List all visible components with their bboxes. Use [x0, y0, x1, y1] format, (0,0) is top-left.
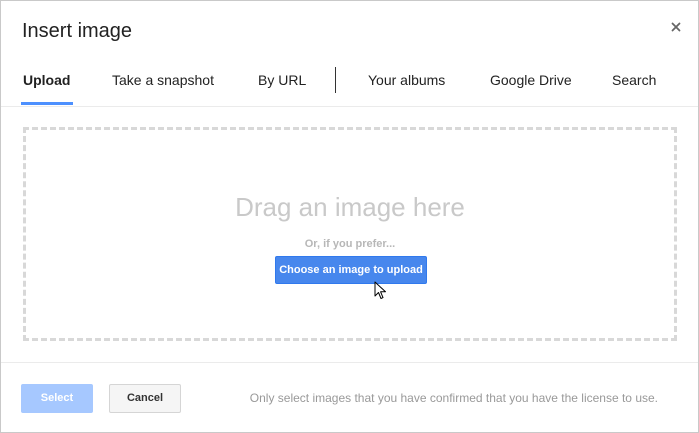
select-button[interactable]: Select: [21, 384, 93, 413]
drop-zone-title: Drag an image here: [235, 192, 465, 222]
tab-take-a-snapshot[interactable]: Take a snapshot: [112, 61, 214, 103]
tab-by-url[interactable]: By URL: [258, 61, 306, 103]
drop-zone-subtitle: Or, if you prefer...: [304, 238, 396, 250]
cancel-button[interactable]: Cancel: [109, 384, 181, 413]
dialog-footer: Select Cancel Only select images that yo…: [1, 362, 698, 433]
dialog-title: Insert image: [22, 20, 133, 42]
tab-search[interactable]: Search: [612, 61, 656, 103]
license-notice: Only select images that you have confirm…: [249, 391, 658, 405]
tab-google-drive[interactable]: Google Drive: [490, 61, 572, 103]
tab-your-albums[interactable]: Your albums: [368, 61, 445, 103]
mouse-cursor-icon: [374, 281, 386, 299]
tab-upload[interactable]: Upload: [23, 61, 70, 103]
tab-separator: [335, 67, 336, 93]
choose-image-button[interactable]: Choose an image to upload: [275, 256, 427, 284]
tab-bar: Upload Take a snapshot By URL Your album…: [1, 61, 698, 107]
active-tab-indicator: [21, 102, 73, 105]
close-icon: [671, 22, 681, 32]
close-button[interactable]: [668, 19, 684, 35]
insert-image-dialog: Insert image Upload Take a snapshot By U…: [0, 0, 699, 433]
drop-zone[interactable]: Drag an image here Or, if you prefer... …: [23, 127, 677, 341]
